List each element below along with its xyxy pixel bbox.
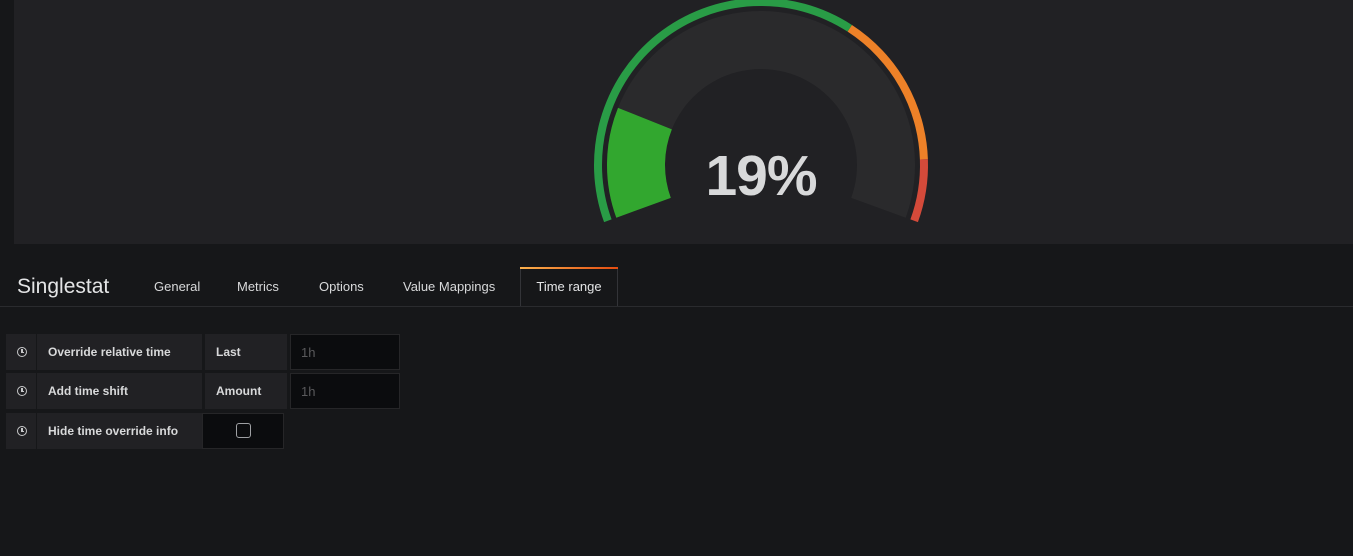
clock-icon: [17, 386, 27, 396]
override-relative-time-label: Override relative time: [37, 334, 202, 370]
panel-editor-header: Singlestat General Metrics Options Value…: [0, 246, 1353, 307]
tab-time-range[interactable]: Time range: [520, 267, 618, 306]
time-shift-input[interactable]: [290, 373, 400, 409]
panel-preview: 19%: [0, 0, 1353, 246]
clock-icon: [17, 347, 27, 357]
override-relative-time-row: Override relative time Last: [6, 334, 400, 370]
tab-general[interactable]: General: [154, 268, 200, 306]
last-label: Last: [205, 334, 287, 370]
hide-time-override-row: Hide time override info: [6, 413, 284, 449]
panel-type-title[interactable]: Singlestat: [17, 275, 109, 299]
tab-options[interactable]: Options: [319, 268, 364, 306]
hide-time-override-checkbox-cell[interactable]: [202, 413, 284, 449]
clock-icon: [17, 426, 27, 436]
row-icon-cell: [6, 373, 37, 409]
gauge-value: 19%: [705, 144, 817, 208]
hide-time-override-label: Hide time override info: [37, 413, 202, 449]
hide-time-override-checkbox[interactable]: [236, 423, 251, 438]
relative-time-input[interactable]: [290, 334, 400, 370]
tab-value-mappings[interactable]: Value Mappings: [403, 268, 495, 306]
amount-label: Amount: [205, 373, 287, 409]
tab-metrics[interactable]: Metrics: [237, 268, 279, 306]
add-time-shift-label: Add time shift: [37, 373, 202, 409]
gauge: [594, 0, 928, 223]
active-tab-indicator: [520, 267, 618, 269]
add-time-shift-row: Add time shift Amount: [6, 373, 400, 409]
tab-time-range-label: Time range: [536, 279, 602, 294]
row-icon-cell: [6, 334, 37, 370]
row-icon-cell: [6, 413, 37, 449]
